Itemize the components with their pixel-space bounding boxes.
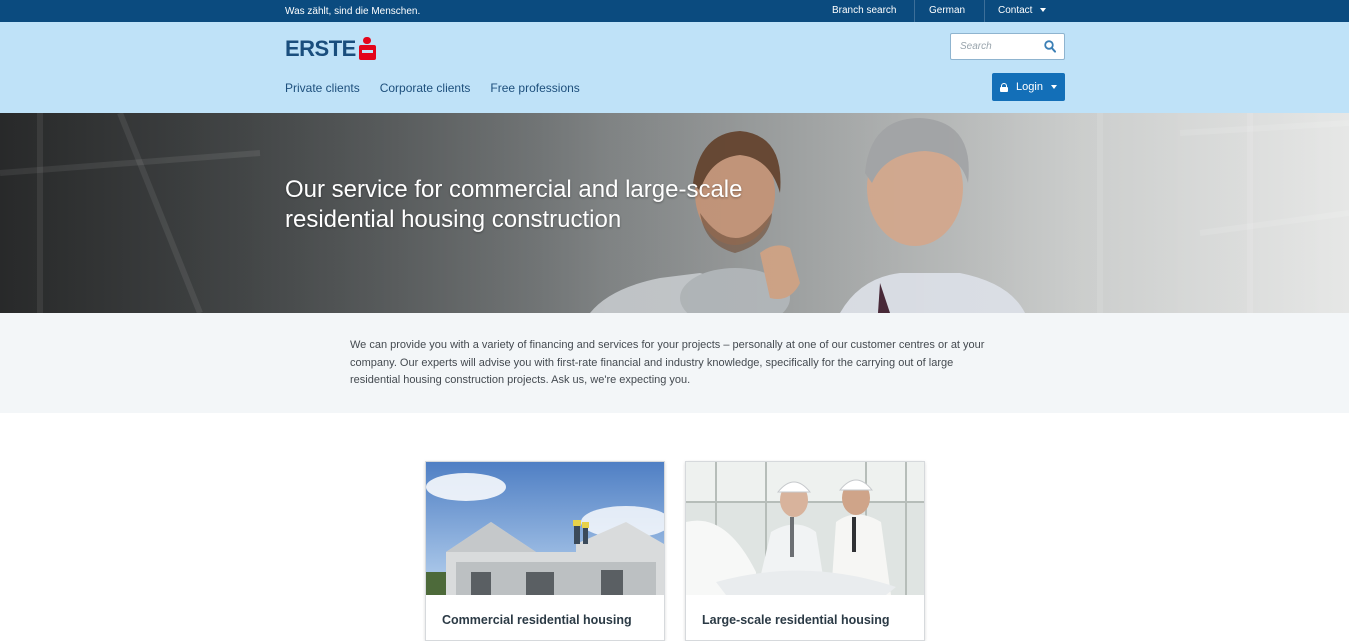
intro-text: We can provide you with a variety of fin… <box>350 339 985 386</box>
chevron-down-icon <box>1050 85 1057 89</box>
divider <box>984 0 985 22</box>
card-title: Commercial residential housing <box>442 613 632 627</box>
login-label: Login <box>1016 81 1043 93</box>
search-box <box>950 33 1065 60</box>
divider <box>914 0 915 22</box>
hero-banner: Our service for commercial and large-sca… <box>0 113 1349 313</box>
engineers-with-helmets-image <box>686 462 924 595</box>
intro-section: We can provide you with a variety of fin… <box>0 313 1349 413</box>
chevron-down-icon <box>1040 8 1047 13</box>
contact-dropdown[interactable]: Contact <box>998 0 1047 22</box>
erste-s-logo-icon <box>358 37 376 61</box>
card-image <box>426 462 664 595</box>
nav-free-professions[interactable]: Free professions <box>490 81 579 95</box>
tagline: Was zählt, sind die Menschen. <box>285 6 421 17</box>
search-input[interactable] <box>951 34 1041 59</box>
card-commercial-residential-housing[interactable]: Commercial residential housing <box>425 461 665 641</box>
main-navigation: Private clients Corporate clients Free p… <box>285 81 580 95</box>
nav-private-clients[interactable]: Private clients <box>285 81 360 95</box>
top-utility-bar: Was zählt, sind die Menschen. Branch sea… <box>0 0 1349 22</box>
card-title: Large-scale residential housing <box>702 613 890 627</box>
building-under-construction-image <box>426 462 664 595</box>
login-button[interactable]: Login <box>992 73 1065 101</box>
branch-search-link[interactable]: Branch search <box>832 0 896 22</box>
erste-logo[interactable]: ERSTE <box>285 36 376 62</box>
hero-title: Our service for commercial and large-sca… <box>285 176 743 233</box>
contact-label: Contact <box>998 5 1033 16</box>
card-large-scale-residential-housing[interactable]: Large-scale residential housing <box>685 461 925 641</box>
lock-icon <box>1000 82 1009 92</box>
nav-corporate-clients[interactable]: Corporate clients <box>380 81 471 95</box>
search-icon[interactable] <box>1044 40 1056 53</box>
card-image <box>686 462 924 595</box>
site-header: ERSTE Private clients Corporate clients … <box>0 22 1349 113</box>
language-link[interactable]: German <box>929 0 965 22</box>
logo-wordmark: ERSTE <box>285 36 356 61</box>
